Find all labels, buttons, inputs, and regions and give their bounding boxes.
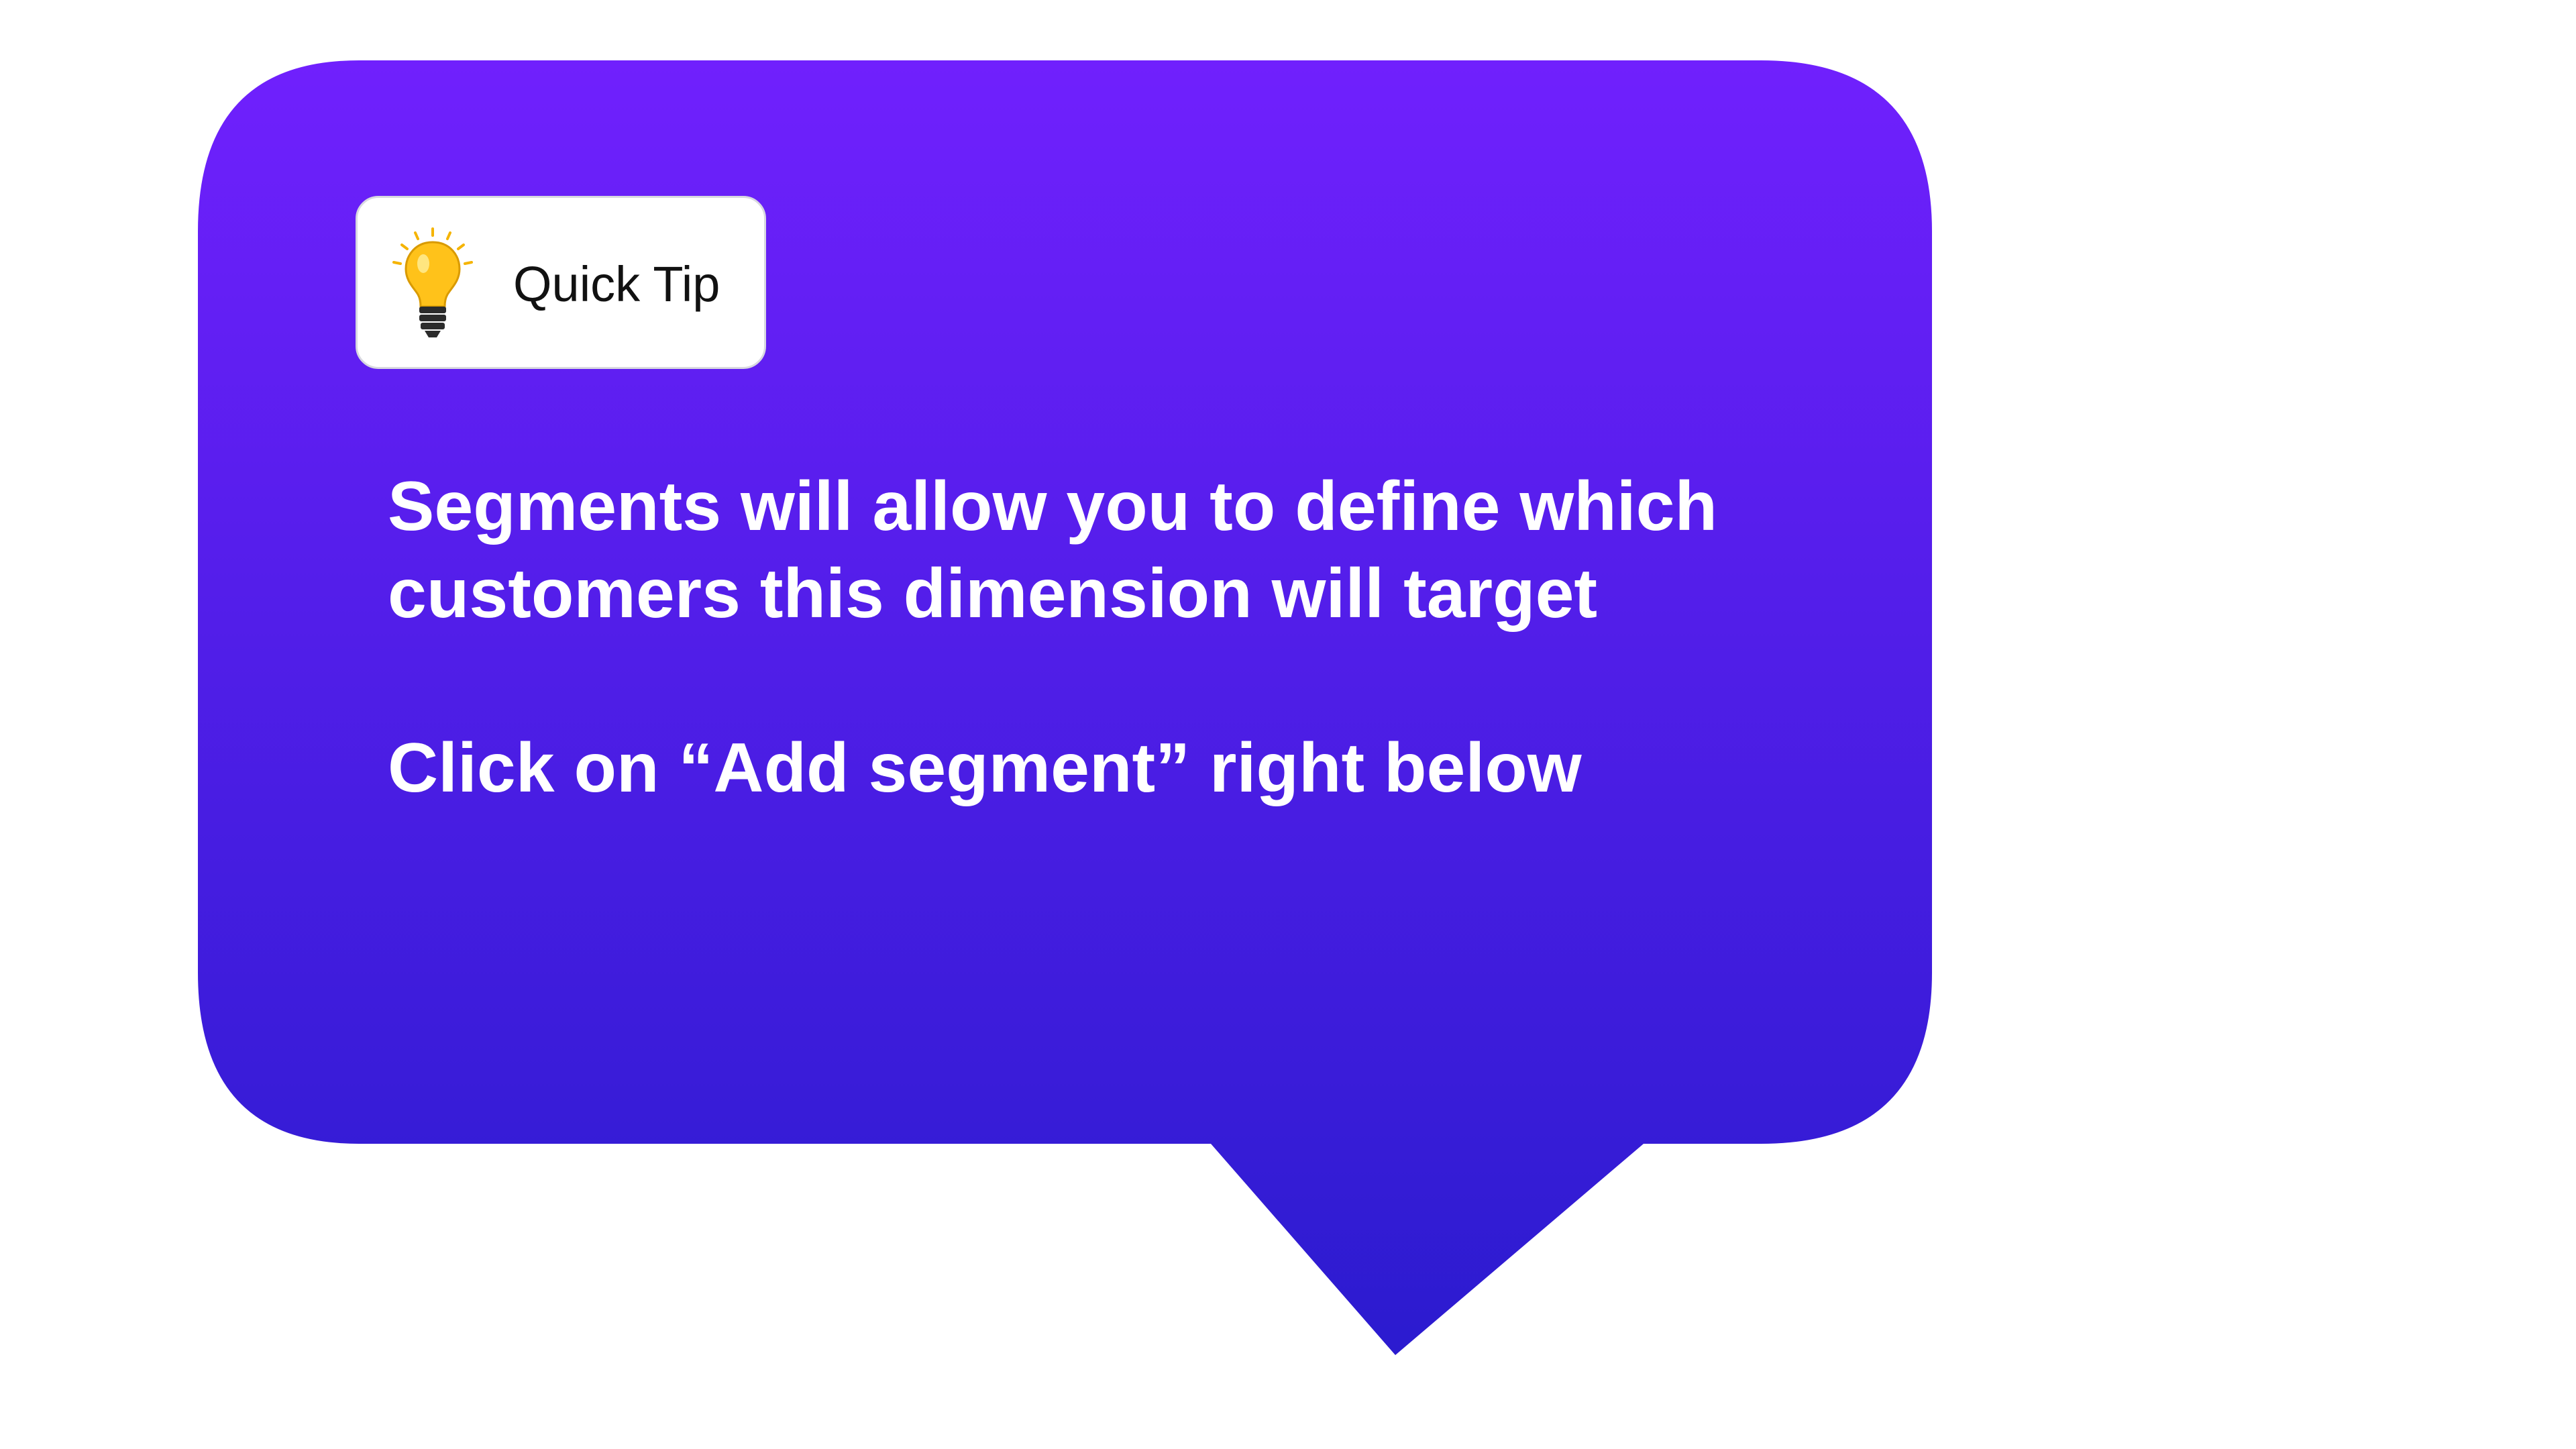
tip-message-line: Segments will allow you to define which: [388, 468, 1718, 545]
lightbulb-icon: [392, 227, 473, 337]
quick-tip-callout: Quick Tip Segments will allow you to def…: [0, 0, 2576, 1449]
quick-tip-label: Quick Tip: [513, 256, 720, 312]
tip-message: Segments will allow you to define which …: [388, 463, 1897, 812]
tip-message-line: customers this dimension will target: [388, 555, 1598, 633]
tip-instruction: Click on “Add segment” right below: [388, 729, 1582, 807]
quick-tip-badge: Quick Tip: [356, 196, 766, 369]
